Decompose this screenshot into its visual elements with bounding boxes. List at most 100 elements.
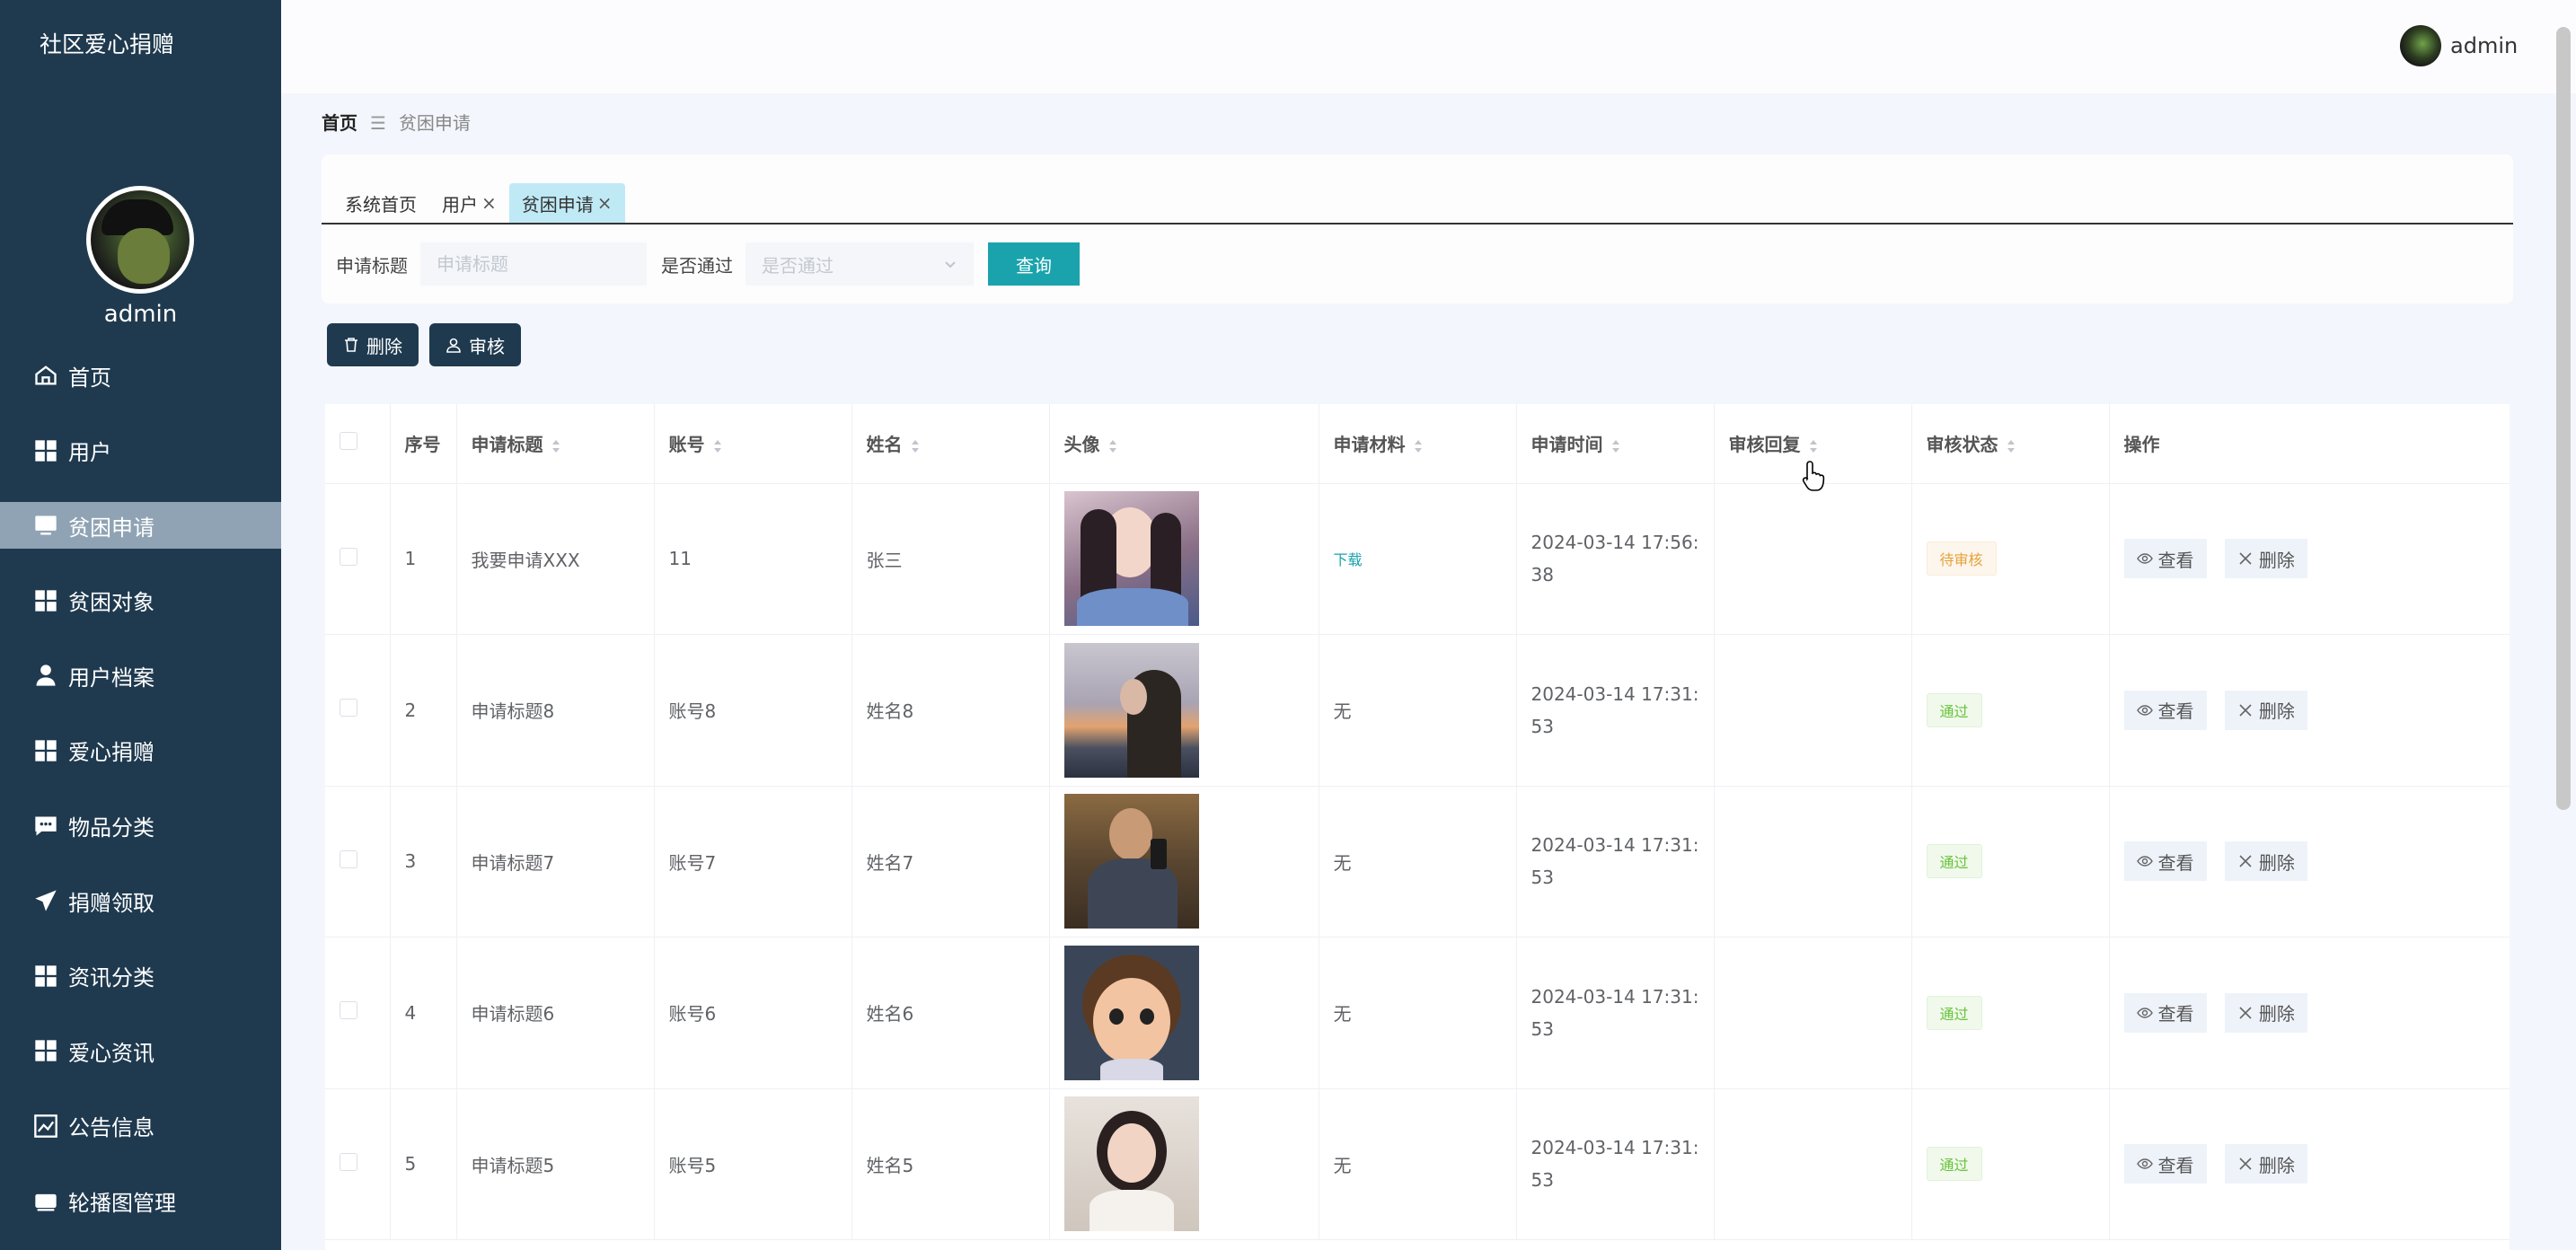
query-button[interactable]: 查询 — [988, 242, 1080, 286]
sidebar-item-users[interactable]: 用户 — [0, 427, 281, 474]
view-button[interactable]: 查看 — [2123, 841, 2207, 882]
sort-icon[interactable] — [1808, 438, 1819, 454]
delete-label: 删除 — [2258, 851, 2295, 874]
chart-icon — [32, 1113, 59, 1140]
eye-icon — [2136, 856, 2153, 867]
view-button[interactable]: 查看 — [2123, 1144, 2207, 1184]
sort-icon[interactable] — [910, 438, 921, 454]
time-line: 2024-03-14 17:56: — [1531, 532, 1699, 554]
cell-material: 无 — [1319, 1088, 1517, 1240]
pass-select[interactable]: 是否通过 — [745, 242, 974, 286]
sidebar-item-news-categories[interactable]: 资讯分类 — [0, 953, 281, 999]
tab-label: 系统首页 — [345, 193, 417, 216]
sort-icon[interactable] — [2006, 438, 2016, 454]
column-header-actions: 操作 — [2109, 404, 2510, 484]
sidebar-item-home[interactable]: 首页 — [0, 352, 281, 399]
review-button[interactable]: 审核 — [429, 323, 521, 366]
cell-time: 2024-03-14 17:56: 38 — [1516, 483, 1715, 635]
eye-icon — [2136, 705, 2153, 716]
delete-button[interactable]: 删除 — [2224, 1144, 2307, 1184]
cell-status: 通过 — [1911, 1088, 2110, 1240]
select-all-checkbox[interactable] — [340, 432, 357, 451]
sidebar-item-poverty-application[interactable]: 贫困申请 — [0, 502, 281, 550]
avatar-photo-girl-long-hair[interactable] — [1063, 491, 1199, 627]
sort-icon[interactable] — [1107, 438, 1118, 454]
sidebar-item-label: 贫困申请 — [68, 515, 154, 541]
sidebar-item-carousel-management[interactable]: 轮播图管理 — [0, 1178, 281, 1225]
avatar-photo-girl-sunset[interactable] — [1063, 642, 1199, 778]
view-button[interactable]: 查看 — [2123, 992, 2207, 1033]
sidebar-item-item-categories[interactable]: 物品分类 — [0, 803, 281, 849]
column-header-account[interactable]: 账号 — [654, 404, 852, 484]
bulk-delete-button[interactable]: 删除 — [327, 323, 419, 366]
cell-title: 我要申请XXX — [456, 483, 655, 635]
avatar[interactable] — [2400, 25, 2441, 66]
cell-reply — [1714, 483, 1912, 635]
column-header-status[interactable]: 审核状态 — [1911, 404, 2110, 484]
close-icon[interactable]: × — [597, 192, 613, 214]
sort-icon[interactable] — [1413, 438, 1424, 454]
hand-pointer-icon — [1802, 461, 1825, 491]
column-header-time[interactable]: 申请时间 — [1516, 404, 1715, 484]
row-checkbox[interactable] — [340, 699, 357, 717]
cell-title: 申请标题5 — [456, 1088, 655, 1240]
row-checkbox[interactable] — [340, 849, 357, 868]
row-checkbox[interactable] — [340, 547, 357, 566]
sidebar-item-charity-news[interactable]: 爱心资讯 — [0, 1027, 281, 1074]
tab-system-home[interactable]: 系统首页 — [332, 183, 429, 223]
avatar-photo-man-selfie[interactable] — [1063, 794, 1199, 929]
delete-button[interactable]: 删除 — [2224, 690, 2307, 730]
delete-button[interactable]: 删除 — [2224, 992, 2307, 1033]
title-filter-label: 申请标题 — [336, 254, 408, 277]
column-header-title[interactable]: 申请标题 — [456, 404, 655, 484]
sidebar-item-donations[interactable]: 爱心捐赠 — [0, 727, 281, 774]
sidebar-item-label: 用户档案 — [68, 665, 154, 691]
sort-icon[interactable] — [551, 438, 561, 454]
breadcrumb-home[interactable]: 首页 — [322, 110, 357, 136]
applications-table: 序号 申请标题 账号 姓名 头像 申请材料 申请时间 审核回复 审核状态 操作 … — [325, 404, 2510, 1250]
row-checkbox[interactable] — [340, 1152, 357, 1171]
cell-reply — [1714, 786, 1912, 938]
sidebar-item-announcements[interactable]: 公告信息 — [0, 1103, 281, 1149]
cell-index: 4 — [390, 937, 457, 1089]
delete-button[interactable]: 删除 — [2224, 539, 2307, 579]
column-header-label: 姓名 — [866, 434, 903, 456]
sort-icon[interactable] — [1610, 438, 1621, 454]
column-header-material[interactable]: 申请材料 — [1319, 404, 1517, 484]
top-username[interactable]: admin — [2450, 31, 2554, 61]
delete-button[interactable]: 删除 — [2224, 841, 2307, 882]
sidebar-item-user-records[interactable]: 用户档案 — [0, 652, 281, 699]
page-scrollbar[interactable] — [2556, 27, 2571, 810]
column-header-name[interactable]: 姓名 — [851, 404, 1050, 484]
time-line: 53 — [1531, 867, 1554, 889]
cell-name: 姓名7 — [851, 786, 1050, 938]
delete-label: 删除 — [2258, 700, 2295, 723]
row-checkbox[interactable] — [340, 1001, 357, 1020]
time-line: 38 — [1531, 564, 1554, 586]
cell-material: 无 — [1319, 634, 1517, 787]
view-button[interactable]: 查看 — [2123, 690, 2207, 730]
view-button[interactable]: 查看 — [2123, 539, 2207, 579]
title-search-input[interactable] — [420, 242, 647, 286]
close-icon[interactable]: × — [481, 192, 497, 214]
time-line: 2024-03-14 17:31: — [1531, 834, 1699, 857]
download-link[interactable]: 下载 — [1334, 551, 1363, 568]
view-label: 查看 — [2157, 700, 2194, 723]
avatar-photo-cartoon-boy[interactable] — [1063, 945, 1199, 1080]
cell-index: 1 — [390, 483, 457, 635]
delete-label: 删除 — [2258, 549, 2295, 571]
tab-users[interactable]: 用户 × — [429, 183, 509, 223]
sidebar-item-poverty-targets[interactable]: 贫困对象 — [0, 577, 281, 624]
cell-title: 申请标题6 — [456, 937, 655, 1089]
sort-icon[interactable] — [712, 438, 723, 454]
sidebar-item-donation-claims[interactable]: 捐赠领取 — [0, 877, 281, 924]
grid-icon — [32, 1037, 59, 1064]
tab-poverty-application[interactable]: 贫困申请 × — [508, 183, 625, 223]
cell-status: 通过 — [1911, 634, 2110, 787]
column-header-avatar[interactable]: 头像 — [1049, 404, 1319, 484]
cell-reply — [1714, 634, 1912, 787]
avatar-photo-girl-bow[interactable] — [1063, 1096, 1199, 1232]
sidebar-menu: 首页 用户 贫困申请 贫困对象 用户档案 爱心捐赠 物品分类 捐赠领取 资讯分类… — [0, 352, 281, 1250]
bulk-delete-label: 删除 — [366, 335, 402, 357]
breadcrumb-separator-icon: ☰ — [370, 112, 386, 134]
